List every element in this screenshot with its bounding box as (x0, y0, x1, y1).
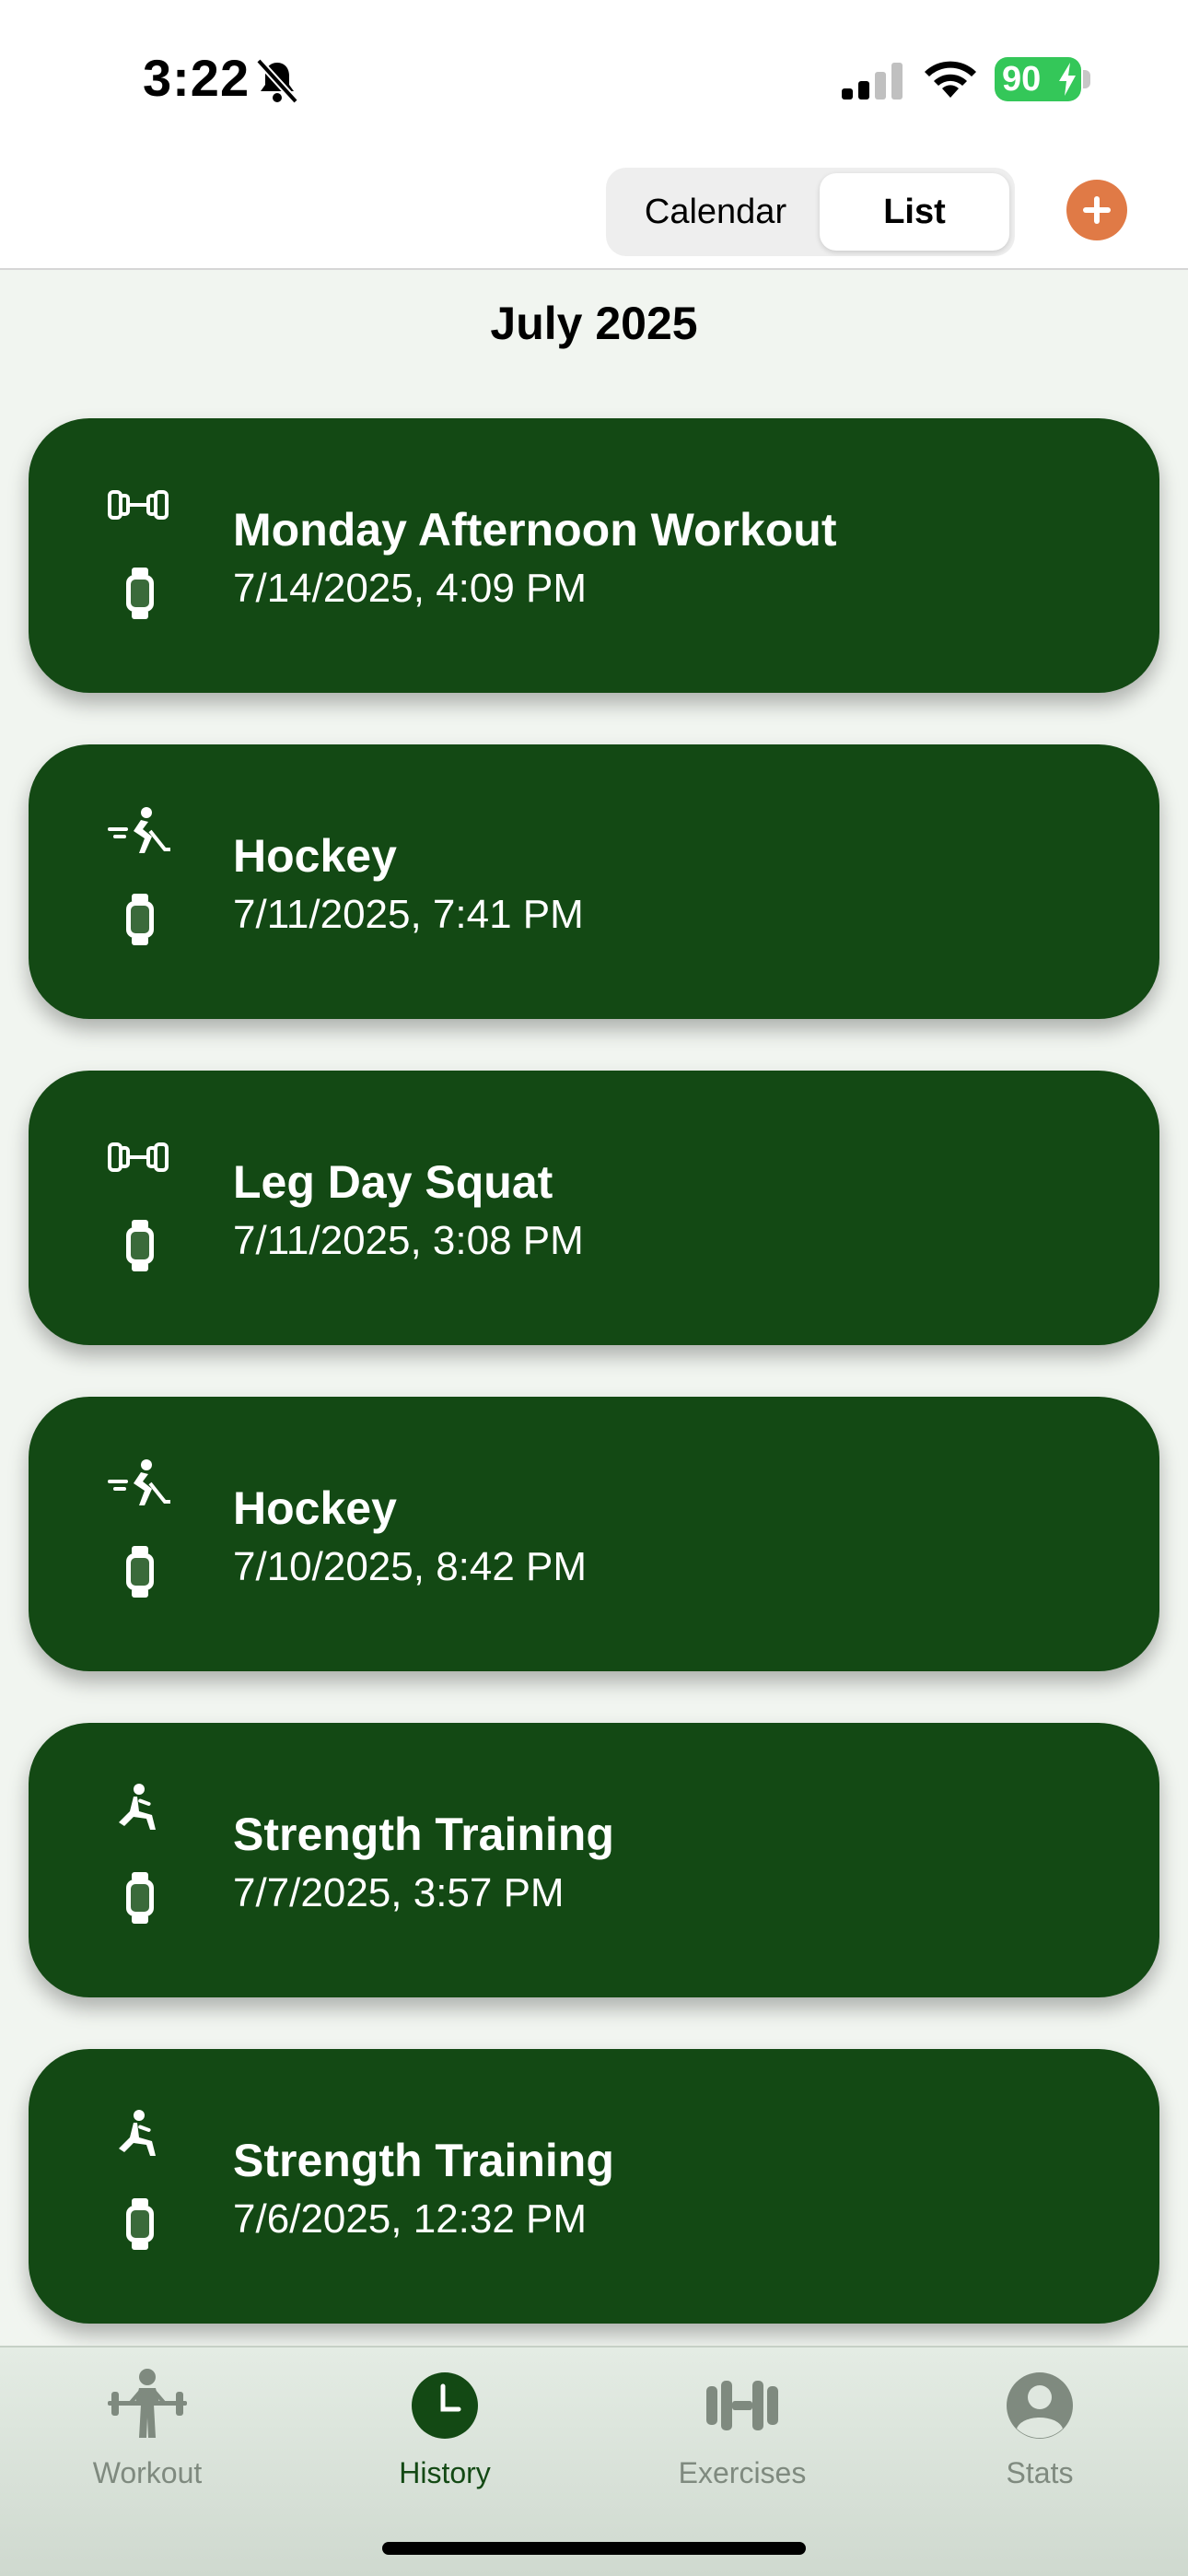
workout-card[interactable]: Monday Afternoon Workout 7/14/2025, 4:09… (29, 418, 1159, 693)
battery-charging-icon: 90 (995, 57, 1081, 101)
bolt-icon (1059, 63, 1076, 96)
wifi-icon (925, 61, 976, 98)
dumbbell-icon (108, 490, 169, 520)
workout-title: Strength Training (233, 2135, 614, 2186)
bell-slash-icon (256, 58, 298, 104)
lunge-icon (119, 2110, 156, 2156)
signal-icon (842, 63, 903, 100)
tab-label: History (399, 2456, 491, 2489)
weightlifter-icon (108, 2369, 187, 2438)
workout-date: 7/10/2025, 8:42 PM (233, 1544, 588, 1589)
workout-date: 7/11/2025, 3:08 PM (233, 1218, 584, 1263)
workout-title: Monday Afternoon Workout (233, 504, 837, 556)
status-time: 3:22 (143, 49, 250, 107)
watch-icon (126, 2198, 154, 2250)
top-bar: Calendar List (0, 152, 1188, 270)
clock-icon (412, 2372, 478, 2439)
workout-card[interactable]: Leg Day Squat 7/11/2025, 3:08 PM (29, 1071, 1159, 1345)
hockey-icon (108, 807, 170, 853)
add-workout-button[interactable] (1066, 180, 1127, 240)
battery-tip (1083, 70, 1090, 88)
watch-icon (126, 1872, 154, 1924)
lunge-icon (119, 1784, 156, 1830)
tab-stats[interactable]: Stats (938, 2364, 1141, 2502)
workout-title: Strength Training (233, 1809, 614, 1860)
dumbbell-icon (108, 1142, 169, 1172)
plus-icon (1083, 196, 1111, 224)
person-circle-icon (1007, 2372, 1073, 2439)
workout-title: Hockey (233, 830, 397, 882)
watch-icon (126, 1546, 154, 1598)
home-indicator (382, 2542, 806, 2555)
workout-date: 7/6/2025, 12:32 PM (233, 2196, 588, 2242)
hockey-icon (108, 1459, 170, 1505)
dumbbell-icon (706, 2381, 778, 2430)
workout-date: 7/11/2025, 7:41 PM (233, 892, 584, 937)
watch-icon (126, 1220, 154, 1271)
month-header: July 2025 (490, 298, 698, 349)
workout-title: Hockey (233, 1482, 397, 1534)
workout-title: Leg Day Squat (233, 1156, 553, 1208)
workout-date: 7/7/2025, 3:57 PM (233, 1870, 565, 1915)
workout-card[interactable]: Strength Training 7/7/2025, 3:57 PM (29, 1723, 1159, 1997)
tab-history[interactable]: History (344, 2364, 546, 2502)
tab-label: Workout (92, 2456, 203, 2489)
workout-date: 7/14/2025, 4:09 PM (233, 566, 588, 611)
workout-card[interactable]: Hockey 7/11/2025, 7:41 PM (29, 744, 1159, 1019)
segment-calendar[interactable]: Calendar (611, 173, 820, 251)
workout-card[interactable]: Hockey 7/10/2025, 8:42 PM (29, 1397, 1159, 1671)
tab-label: Stats (1006, 2456, 1074, 2489)
segment-list[interactable]: List (820, 173, 1009, 251)
battery-level: 90 (1002, 59, 1042, 99)
tab-label: Exercises (678, 2456, 807, 2489)
tab-workout[interactable]: Workout (46, 2364, 249, 2502)
watch-icon (126, 568, 154, 619)
workout-card[interactable]: Strength Training 7/6/2025, 12:32 PM (29, 2049, 1159, 2324)
tab-exercises[interactable]: Exercises (641, 2364, 844, 2502)
status-bar: 3:22 90 (0, 0, 1188, 152)
view-segmented-control: Calendar List (606, 168, 1015, 256)
watch-icon (126, 894, 154, 945)
